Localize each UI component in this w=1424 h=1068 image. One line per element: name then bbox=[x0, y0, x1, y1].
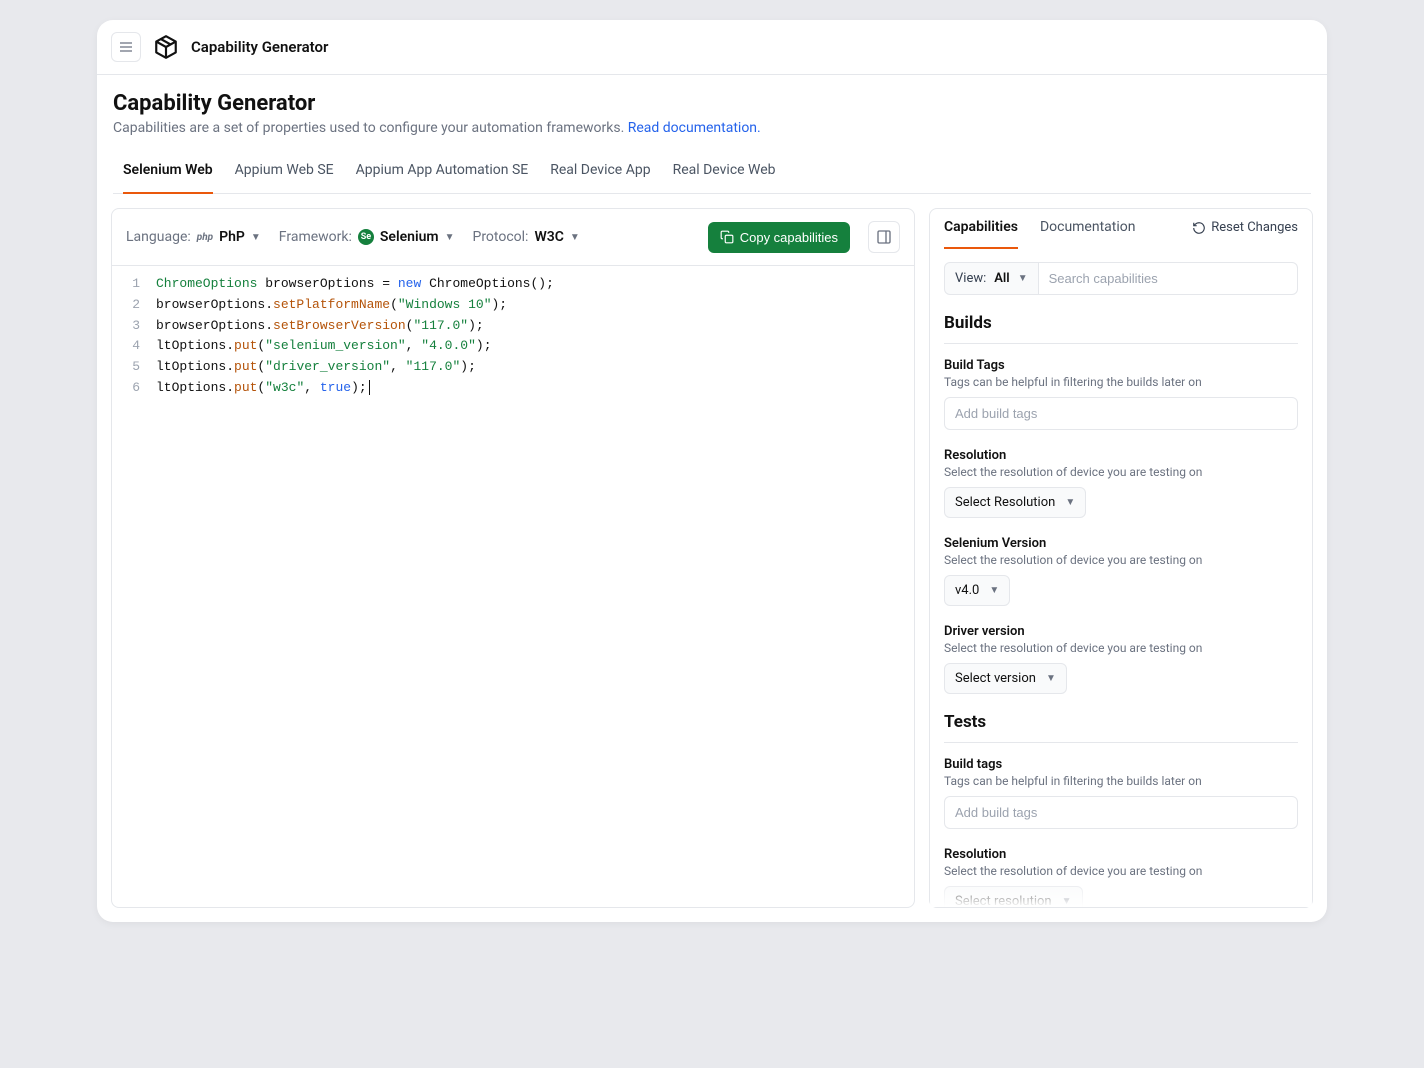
chevron-down-icon: ▼ bbox=[1018, 273, 1028, 284]
chevron-down-icon: ▼ bbox=[1062, 896, 1072, 907]
dropdown-value: Select Resolution bbox=[955, 495, 1055, 510]
chevron-down-icon: ▼ bbox=[251, 232, 261, 243]
field-test-resolution: Resolution Select the resolution of devi… bbox=[944, 847, 1298, 907]
tab-real-device-web[interactable]: Real Device Web bbox=[673, 152, 776, 194]
field-help: Tags can be helpful in filtering the bui… bbox=[944, 375, 1298, 389]
field-help: Select the resolution of device you are … bbox=[944, 864, 1298, 878]
selenium-icon: Se bbox=[358, 229, 374, 245]
field-label: Build Tags bbox=[944, 358, 1298, 373]
field-help: Select the resolution of device you are … bbox=[944, 553, 1298, 567]
language-value: PhP bbox=[219, 229, 245, 245]
side-tabs: Capabilities Documentation Reset Changes bbox=[930, 209, 1312, 248]
chevron-down-icon: ▼ bbox=[1065, 497, 1075, 508]
code-toolbar: Language: php PhP ▼ Framework: Se Seleni… bbox=[112, 209, 914, 266]
page-description: Capabilities are a set of properties use… bbox=[113, 120, 1311, 136]
framework-value: Selenium bbox=[380, 229, 439, 245]
page-title: Capability Generator bbox=[113, 91, 1311, 116]
side-body: View: All ▼ Builds Build Tags Tags can b… bbox=[930, 248, 1312, 907]
field-label: Build tags bbox=[944, 757, 1298, 772]
protocol-label: Protocol: bbox=[472, 229, 528, 245]
field-label: Resolution bbox=[944, 448, 1298, 463]
builds-section-title: Builds bbox=[944, 313, 1298, 344]
field-driver-version: Driver version Select the resolution of … bbox=[944, 624, 1298, 694]
framework-label: Framework: bbox=[279, 229, 352, 245]
field-help: Select the resolution of device you are … bbox=[944, 465, 1298, 479]
tab-documentation[interactable]: Documentation bbox=[1040, 219, 1136, 249]
dropdown-value: Select version bbox=[955, 671, 1036, 686]
reset-label: Reset Changes bbox=[1211, 220, 1298, 235]
view-label: View: bbox=[955, 271, 986, 286]
tab-real-device-app[interactable]: Real Device App bbox=[550, 152, 650, 194]
copy-label: Copy capabilities bbox=[740, 230, 838, 245]
build-tags-input[interactable] bbox=[944, 397, 1298, 430]
field-resolution: Resolution Select the resolution of devi… bbox=[944, 448, 1298, 518]
chevron-down-icon: ▼ bbox=[989, 585, 999, 596]
tests-section-title: Tests bbox=[944, 712, 1298, 743]
test-resolution-dropdown[interactable]: Select resolution ▼ bbox=[944, 886, 1083, 907]
code-line: 4ltOptions.put("selenium_version", "4.0.… bbox=[112, 336, 914, 357]
field-label: Selenium Version bbox=[944, 536, 1298, 551]
panel-toggle-button[interactable] bbox=[868, 221, 900, 253]
panel-icon bbox=[876, 229, 892, 245]
page-description-text: Capabilities are a set of properties use… bbox=[113, 120, 628, 136]
field-build-tags: Build Tags Tags can be helpful in filter… bbox=[944, 358, 1298, 430]
selenium-version-dropdown[interactable]: v4.0 ▼ bbox=[944, 575, 1010, 606]
field-label: Resolution bbox=[944, 847, 1298, 862]
filter-row: View: All ▼ bbox=[944, 262, 1298, 295]
protocol-value: W3C bbox=[534, 229, 563, 245]
copy-icon bbox=[720, 230, 734, 244]
tabs-row: Selenium Web Appium Web SE Appium App Au… bbox=[113, 152, 1311, 194]
resolution-dropdown[interactable]: Select Resolution ▼ bbox=[944, 487, 1086, 518]
field-help: Select the resolution of device you are … bbox=[944, 641, 1298, 655]
field-label: Driver version bbox=[944, 624, 1298, 639]
subheader: Capability Generator Capabilities are a … bbox=[97, 75, 1327, 194]
chevron-down-icon: ▼ bbox=[445, 232, 455, 243]
tab-appium-web-se[interactable]: Appium Web SE bbox=[235, 152, 334, 194]
test-build-tags-input[interactable] bbox=[944, 796, 1298, 829]
search-capabilities-input[interactable] bbox=[1039, 262, 1298, 295]
php-icon: php bbox=[197, 232, 213, 243]
cursor bbox=[369, 380, 370, 395]
main-area: Language: php PhP ▼ Framework: Se Seleni… bbox=[97, 194, 1327, 922]
view-value: All bbox=[994, 271, 1009, 286]
chevron-down-icon: ▼ bbox=[1046, 673, 1056, 684]
language-label: Language: bbox=[126, 229, 191, 245]
app-window: Capability Generator Capability Generato… bbox=[97, 20, 1327, 922]
chevron-down-icon: ▼ bbox=[570, 232, 580, 243]
protocol-selector[interactable]: Protocol: W3C ▼ bbox=[472, 229, 579, 245]
tab-capabilities[interactable]: Capabilities bbox=[944, 219, 1018, 249]
reset-icon bbox=[1192, 221, 1206, 235]
topbar: Capability Generator bbox=[97, 20, 1327, 75]
framework-selector[interactable]: Framework: Se Selenium ▼ bbox=[279, 229, 455, 245]
code-line: 3browserOptions.setBrowserVersion("117.0… bbox=[112, 316, 914, 337]
field-help: Tags can be helpful in filtering the bui… bbox=[944, 774, 1298, 788]
code-line: 5ltOptions.put("driver_version", "117.0"… bbox=[112, 357, 914, 378]
topbar-title: Capability Generator bbox=[191, 38, 328, 56]
code-panel: Language: php PhP ▼ Framework: Se Seleni… bbox=[111, 208, 915, 908]
dropdown-value: v4.0 bbox=[955, 583, 979, 598]
code-line: 2browserOptions.setPlatformName("Windows… bbox=[112, 295, 914, 316]
copy-capabilities-button[interactable]: Copy capabilities bbox=[708, 222, 850, 253]
view-dropdown[interactable]: View: All ▼ bbox=[944, 262, 1039, 295]
driver-version-dropdown[interactable]: Select version ▼ bbox=[944, 663, 1067, 694]
language-selector[interactable]: Language: php PhP ▼ bbox=[126, 229, 261, 245]
reset-changes-button[interactable]: Reset Changes bbox=[1192, 220, 1298, 247]
read-documentation-link[interactable]: Read documentation. bbox=[628, 120, 761, 136]
code-line: 1ChromeOptions browserOptions = new Chro… bbox=[112, 274, 914, 295]
tab-selenium-web[interactable]: Selenium Web bbox=[123, 152, 213, 194]
code-editor[interactable]: 1ChromeOptions browserOptions = new Chro… bbox=[112, 266, 914, 407]
field-selenium-version: Selenium Version Select the resolution o… bbox=[944, 536, 1298, 606]
field-test-build-tags: Build tags Tags can be helpful in filter… bbox=[944, 757, 1298, 829]
side-panel: Capabilities Documentation Reset Changes… bbox=[929, 208, 1313, 908]
menu-button[interactable] bbox=[111, 32, 141, 62]
dropdown-value: Select resolution bbox=[955, 894, 1052, 907]
tab-appium-app-automation-se[interactable]: Appium App Automation SE bbox=[356, 152, 529, 194]
menu-icon bbox=[118, 39, 134, 55]
code-line: 6ltOptions.put("w3c", true); bbox=[112, 378, 914, 399]
logo-icon bbox=[153, 34, 179, 60]
